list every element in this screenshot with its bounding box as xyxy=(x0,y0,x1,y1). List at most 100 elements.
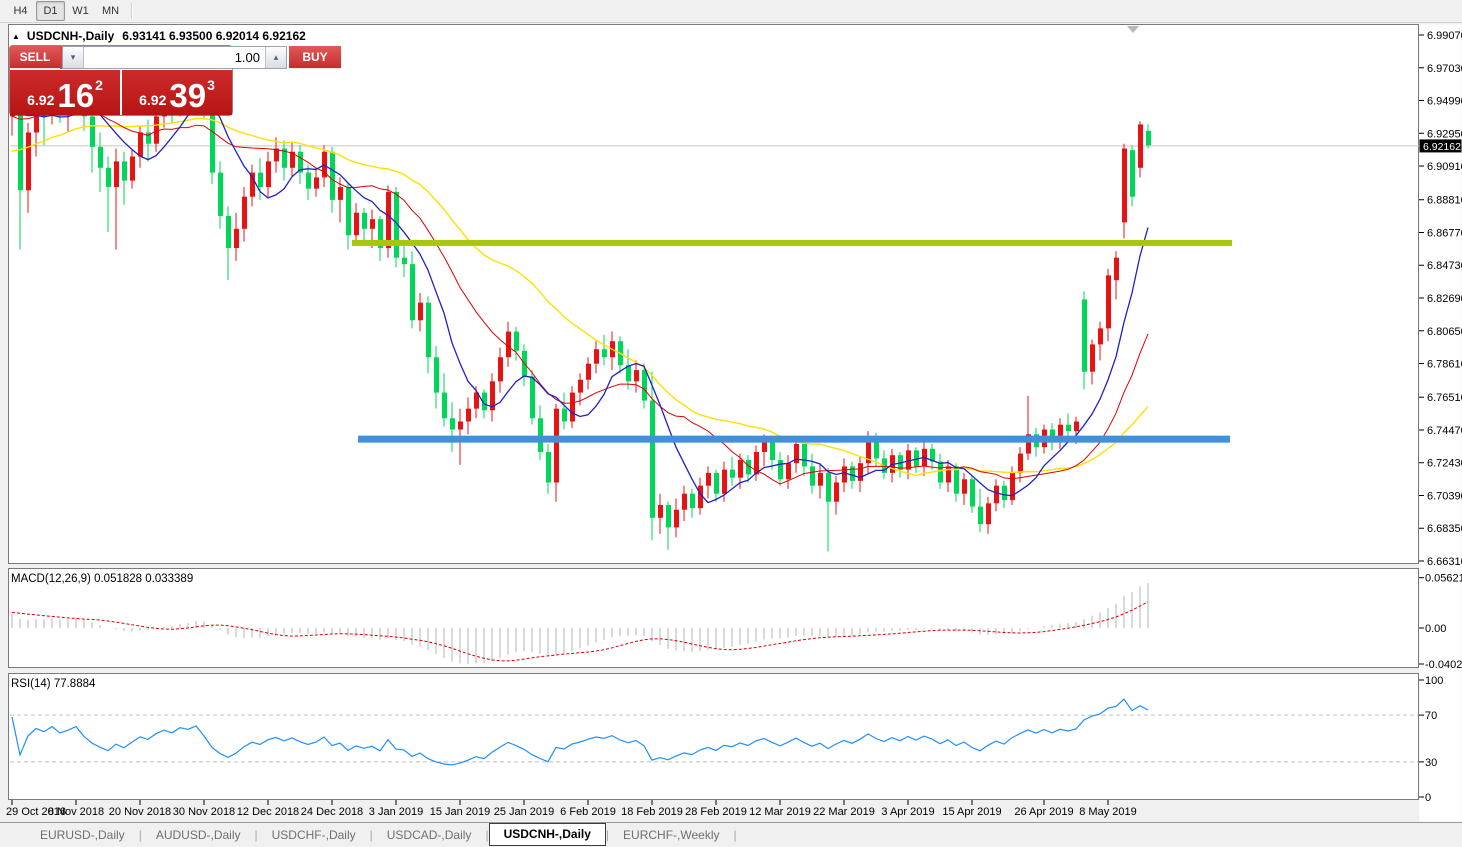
chart-tab-eurchf[interactable]: EURCHF-,Weekly xyxy=(609,824,733,846)
candle-body xyxy=(578,379,583,393)
price-tick-label: 6.97030 xyxy=(1427,63,1462,75)
current-price-tag-label: 6.92162 xyxy=(1423,141,1461,153)
date-label: 22 Mar 2019 xyxy=(813,806,875,818)
candle-body xyxy=(538,418,543,452)
candle-body xyxy=(242,196,247,229)
rsi-label: RSI(14) 77.8884 xyxy=(11,678,96,690)
candle-body xyxy=(258,172,263,188)
mt4-window: H4D1W1MN 6.990706.970306.949906.929506.9… xyxy=(0,0,1462,847)
price-tick-label: 6.72430 xyxy=(1427,458,1462,470)
resistance-line[interactable] xyxy=(352,239,1232,246)
candle-body xyxy=(26,132,31,191)
candle-body xyxy=(730,469,735,478)
candle-body xyxy=(514,331,519,351)
candle-body xyxy=(466,408,471,422)
candle-body xyxy=(306,172,311,189)
chart-tab-eurusd[interactable]: EURUSD-,Daily xyxy=(26,824,139,846)
candle-body xyxy=(682,493,687,510)
rsi-pane[interactable] xyxy=(8,673,1419,800)
price-tick-label: 6.90910 xyxy=(1427,161,1462,173)
volume-stepper: ▾ ▴ xyxy=(62,46,287,69)
candle-body xyxy=(410,264,415,321)
candle-body xyxy=(442,392,447,419)
candle-body xyxy=(450,418,455,430)
macd-label: MACD(12,26,9) 0.051828 0.033389 xyxy=(11,573,193,585)
candle-body xyxy=(1002,485,1007,501)
candle-body xyxy=(770,440,775,461)
candle-body xyxy=(650,400,655,518)
candle-body xyxy=(554,408,559,483)
candle-body xyxy=(938,461,943,483)
candle-body xyxy=(826,472,831,502)
candle-body xyxy=(218,172,223,216)
candle-body xyxy=(1082,299,1087,372)
date-label: 28 Feb 2019 xyxy=(685,806,747,818)
chart-symbol-label: USDCNH-,Daily xyxy=(26,29,115,43)
candle-body xyxy=(266,161,271,188)
date-label: 15 Apr 2019 xyxy=(942,806,1001,818)
candle-body xyxy=(314,177,319,189)
collapse-panel-icon[interactable]: ▲ xyxy=(12,32,20,41)
bid-price-integer: 6.92 xyxy=(27,92,55,108)
candle-body xyxy=(978,506,983,525)
macd-scale-label: 0.056211 xyxy=(1425,573,1462,585)
candle-body xyxy=(122,161,127,181)
candle-body xyxy=(714,472,719,494)
candle-body xyxy=(970,479,975,507)
candle-body xyxy=(634,370,639,382)
candle-body xyxy=(986,503,991,525)
volume-input[interactable] xyxy=(84,47,265,68)
candle-body xyxy=(1114,257,1119,281)
chart-canvas[interactable]: 6.99070 6.97030 6.94990 6.92950 6.90910 6.888… xyxy=(0,0,1462,847)
rsi-scale-label: 100 xyxy=(1425,675,1443,687)
volume-increase-icon[interactable]: ▴ xyxy=(265,47,286,68)
chart-tab-audusd[interactable]: AUDUSD-,Daily xyxy=(142,824,255,846)
candle-body xyxy=(114,161,119,188)
candle-body xyxy=(818,472,823,486)
candle-body xyxy=(778,460,783,480)
macd-scale-label: 0.00 xyxy=(1425,623,1446,635)
chart-tab-usdcnh[interactable]: USDCNH-,Daily xyxy=(488,823,606,846)
candle-body xyxy=(138,132,143,157)
buy-button[interactable]: BUY xyxy=(289,46,341,69)
volume-decrease-icon[interactable]: ▾ xyxy=(63,47,84,68)
ask-price-pips: 39 xyxy=(169,76,207,114)
one-click-trading-panel: SELL ▾ ▴ BUY 6.92 16 2 6.92 39 3 xyxy=(10,46,341,115)
candle-body xyxy=(98,146,103,168)
date-label: 3 Apr 2019 xyxy=(881,806,934,818)
bid-price-point: 2 xyxy=(95,77,103,93)
support-line[interactable] xyxy=(358,435,1230,443)
date-label: 24 Dec 2018 xyxy=(301,806,363,818)
price-tick-label: 6.70390 xyxy=(1427,490,1462,502)
rsi-scale-label: 30 xyxy=(1425,757,1437,769)
candle-body xyxy=(858,463,863,481)
chart-tab-usdchf[interactable]: USDCHF-,Daily xyxy=(258,824,370,846)
candle-body xyxy=(530,376,535,419)
candle-body xyxy=(690,493,695,509)
candle-body xyxy=(802,443,807,467)
candle-body xyxy=(18,103,23,191)
candle-body xyxy=(426,302,431,358)
price-tick-label: 6.74470 xyxy=(1427,425,1462,437)
candle-body xyxy=(1066,424,1071,432)
bid-price-pips: 16 xyxy=(57,76,95,114)
candle-body xyxy=(1018,453,1023,473)
price-tick-label: 6.80650 xyxy=(1427,326,1462,338)
price-tick-label: 6.68350 xyxy=(1427,523,1462,535)
date-label: 3 Jan 2019 xyxy=(369,806,423,818)
bid-quote-button[interactable]: 6.92 16 2 xyxy=(10,70,120,115)
candle-body xyxy=(362,212,367,229)
candle-body xyxy=(386,191,391,249)
candle-body xyxy=(834,482,839,502)
date-label: 18 Feb 2019 xyxy=(621,806,683,818)
candle-body xyxy=(498,357,503,382)
sell-button[interactable]: SELL xyxy=(10,46,60,69)
candle-body xyxy=(722,469,727,494)
price-tick-label: 6.92950 xyxy=(1427,128,1462,140)
macd-pane[interactable] xyxy=(8,568,1419,668)
ask-quote-button[interactable]: 6.92 39 3 xyxy=(122,70,232,115)
candle-body xyxy=(954,466,959,494)
candle-body xyxy=(586,363,591,380)
candle-body xyxy=(962,479,967,494)
chart-tab-usdcad[interactable]: USDCAD-,Daily xyxy=(373,824,486,846)
